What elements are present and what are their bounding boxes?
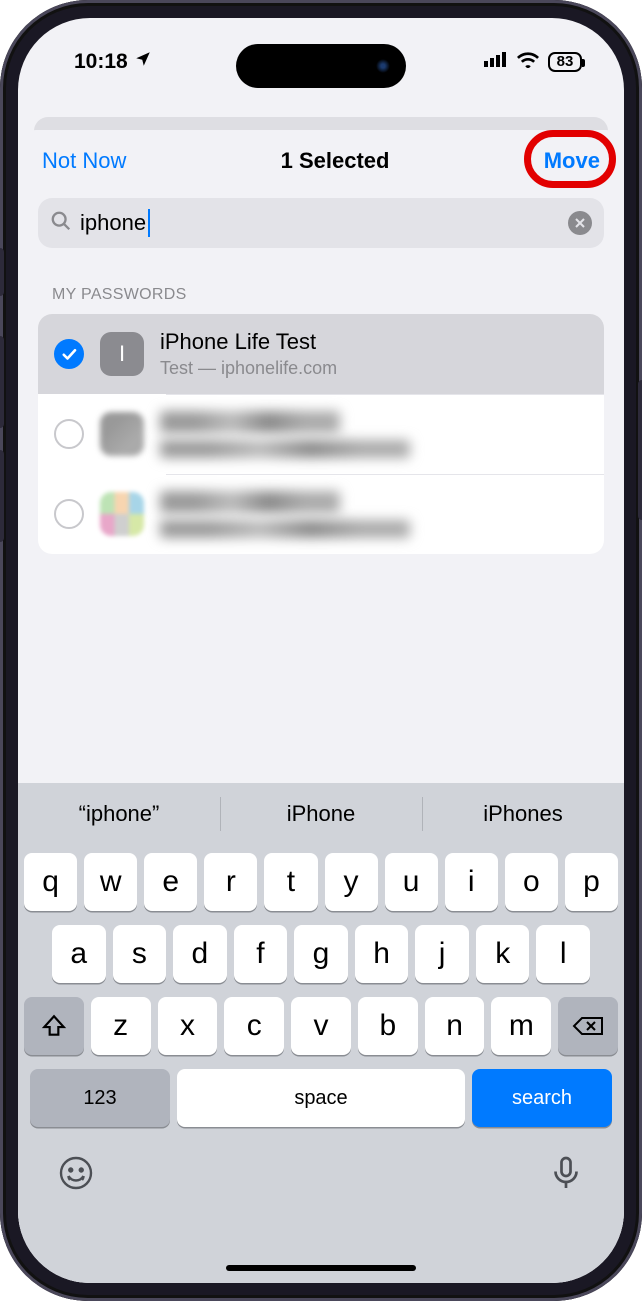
key-q[interactable]: q [24, 853, 77, 911]
keyboard: “iphone” iPhone iPhones q w e r t y u i … [18, 783, 624, 1283]
space-key[interactable]: space [177, 1069, 465, 1127]
suggestion[interactable]: “iphone” [18, 783, 220, 845]
emoji-key[interactable] [58, 1155, 94, 1196]
key-c[interactable]: c [224, 997, 284, 1055]
site-icon [100, 492, 144, 536]
checkbox-checked-icon[interactable] [54, 339, 84, 369]
password-row[interactable] [38, 474, 604, 554]
cellular-signal-icon [484, 50, 508, 74]
battery-indicator: 83 [548, 52, 582, 72]
key-i[interactable]: i [445, 853, 498, 911]
nav-bar: Not Now 1 Selected Move [18, 130, 624, 184]
key-v[interactable]: v [291, 997, 351, 1055]
volume-down-button [0, 450, 4, 542]
search-field[interactable]: iphone [38, 198, 604, 248]
row-subtitle-redacted [160, 520, 410, 538]
text-caret [148, 209, 150, 237]
power-button [638, 380, 642, 520]
screen: 10:18 83 Not Now 1 Selected Move [18, 18, 624, 1283]
search-value: iphone [80, 210, 146, 236]
section-header: MY PASSWORDS [52, 286, 590, 304]
nav-title: 1 Selected [281, 148, 390, 174]
key-x[interactable]: x [158, 997, 218, 1055]
key-b[interactable]: b [358, 997, 418, 1055]
wifi-icon [516, 50, 540, 74]
key-n[interactable]: n [425, 997, 485, 1055]
suggestion[interactable]: iPhone [220, 783, 422, 845]
home-indicator[interactable] [226, 1265, 416, 1271]
location-icon [134, 50, 152, 74]
password-row[interactable]: I iPhone Life Test Test — iphonelife.com [38, 314, 604, 394]
clear-search-button[interactable] [568, 211, 592, 235]
row-subtitle-redacted [160, 440, 410, 458]
key-d[interactable]: d [173, 925, 227, 983]
key-t[interactable]: t [264, 853, 317, 911]
key-g[interactable]: g [294, 925, 348, 983]
dynamic-island [236, 44, 406, 88]
key-y[interactable]: y [325, 853, 378, 911]
delete-key[interactable] [558, 997, 618, 1055]
move-button[interactable]: Move [544, 148, 600, 174]
shift-key[interactable] [24, 997, 84, 1055]
site-icon [100, 412, 144, 456]
mute-switch [0, 248, 4, 296]
key-l[interactable]: l [536, 925, 590, 983]
search-key[interactable]: search [472, 1069, 612, 1127]
key-f[interactable]: f [234, 925, 288, 983]
key-p[interactable]: p [565, 853, 618, 911]
key-r[interactable]: r [204, 853, 257, 911]
key-s[interactable]: s [113, 925, 167, 983]
checkbox-unchecked-icon[interactable] [54, 499, 84, 529]
key-m[interactable]: m [491, 997, 551, 1055]
volume-up-button [0, 336, 4, 428]
search-icon [50, 210, 72, 237]
key-h[interactable]: h [355, 925, 409, 983]
key-u[interactable]: u [385, 853, 438, 911]
key-k[interactable]: k [476, 925, 530, 983]
key-w[interactable]: w [84, 853, 137, 911]
not-now-button[interactable]: Not Now [42, 148, 126, 174]
dictation-key[interactable] [548, 1155, 584, 1196]
row-title-redacted [160, 491, 340, 513]
suggestion-bar: “iphone” iPhone iPhones [18, 783, 624, 845]
status-time: 10:18 [74, 50, 128, 74]
key-z[interactable]: z [91, 997, 151, 1055]
numbers-key[interactable]: 123 [30, 1069, 170, 1127]
suggestion[interactable]: iPhones [422, 783, 624, 845]
password-row[interactable] [38, 394, 604, 474]
key-o[interactable]: o [505, 853, 558, 911]
phone-frame: 10:18 83 Not Now 1 Selected Move [0, 0, 642, 1301]
row-title: iPhone Life Test [160, 329, 337, 355]
passwords-list: I iPhone Life Test Test — iphonelife.com [38, 314, 604, 554]
key-e[interactable]: e [144, 853, 197, 911]
key-j[interactable]: j [415, 925, 469, 983]
site-icon: I [100, 332, 144, 376]
key-a[interactable]: a [52, 925, 106, 983]
row-title-redacted [160, 411, 340, 433]
checkbox-unchecked-icon[interactable] [54, 419, 84, 449]
row-subtitle: Test — iphonelife.com [160, 358, 337, 379]
